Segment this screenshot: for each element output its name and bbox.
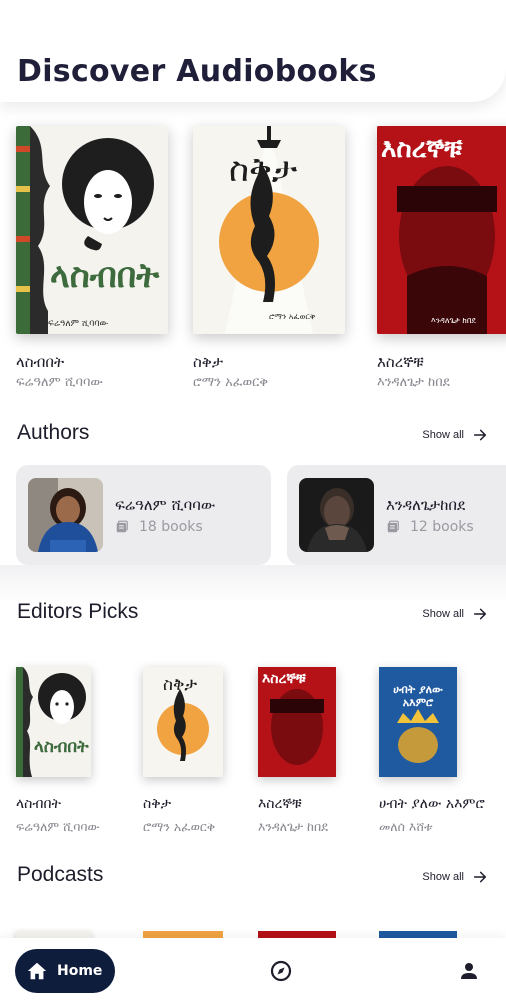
podcasts-show-all-link[interactable]: Show all xyxy=(422,869,488,885)
book-title: ስቅታ xyxy=(193,353,224,371)
cover-author-text: እንዳለጌታ ከበደ xyxy=(431,316,476,325)
book-author: እንዳለጌታ ከበደ xyxy=(258,819,328,834)
author-book-count: 12 books xyxy=(386,519,474,535)
show-all-label: Show all xyxy=(422,429,464,441)
book-cover[interactable]: ላስብበት xyxy=(16,667,91,777)
home-icon xyxy=(27,962,47,980)
library-icon xyxy=(387,520,399,533)
book-author: ሮማን አፈወርቅ xyxy=(143,819,216,834)
editors-picks-show-all-link[interactable]: Show all xyxy=(422,606,488,622)
show-all-label: Show all xyxy=(422,871,464,883)
book-title: እስረኞቹ xyxy=(258,796,302,812)
compass-icon[interactable] xyxy=(269,959,293,983)
author-card[interactable]: እንዳለጌታከበደ 12 books xyxy=(287,465,506,565)
book-title: ስቅታ xyxy=(143,796,172,812)
book-cover[interactable]: እስረኞቹ xyxy=(258,667,336,777)
book-count-label: 12 books xyxy=(410,519,474,535)
cover-title-text: እስረኞቹ xyxy=(262,671,306,687)
bottom-navigation-bar: Home xyxy=(0,938,506,1003)
cover-title-text: ላስብበት xyxy=(34,737,89,757)
author-name: ፍሬዓለም ሺባባው xyxy=(115,496,216,514)
editors-picks-carousel[interactable]: ላስብበት ላስብበት ፍሬዓለም ሺባባው ስቅታ ስቅታ ሮማን አፈወርቅ… xyxy=(0,655,506,840)
featured-books-carousel[interactable]: ላስብበት ፍሬዓለም ሺባባው ላስብበት ፍሬዓለም ሺባባው ስቅታ ሮማ… xyxy=(0,116,506,406)
author-card[interactable]: ፍሬዓለም ሺባባው 18 books xyxy=(16,465,271,565)
book-cover[interactable]: ሀብት ያለው አእምሮ xyxy=(379,667,457,777)
show-all-label: Show all xyxy=(422,608,464,620)
authors-show-all-link[interactable]: Show all xyxy=(422,427,488,443)
podcasts-section-title: Podcasts xyxy=(17,863,104,886)
nav-home-button[interactable]: Home xyxy=(15,949,115,993)
cover-author-text: ሮማን አፈወርቅ xyxy=(269,312,316,321)
author-avatar xyxy=(28,478,103,552)
library-icon xyxy=(116,520,128,533)
page-title: Discover Audiobooks xyxy=(17,54,377,89)
book-author: መለሰ እሸቱ xyxy=(379,819,433,834)
app-header: Discover Audiobooks xyxy=(0,0,506,102)
cover-title-text: ስቅታ xyxy=(163,675,198,695)
book-author: ሮማን አፈወርቅ xyxy=(193,375,269,390)
cover-title-text: ሀብት ያለው አእምሮ xyxy=(393,683,443,709)
nav-home-label: Home xyxy=(57,963,103,979)
cover-title-text: እስረኞቹ xyxy=(381,134,463,164)
arrow-right-icon xyxy=(473,871,487,883)
authors-section-title: Authors xyxy=(17,421,90,444)
book-author: ፍሬዓለም ሺባባው xyxy=(16,819,100,834)
author-avatar xyxy=(299,478,374,552)
author-book-count: 18 books xyxy=(115,519,203,535)
book-cover[interactable]: ስቅታ ሮማን አፈወርቅ xyxy=(193,126,345,334)
editors-picks-section-title: Editors Picks xyxy=(17,600,139,623)
arrow-right-icon xyxy=(473,608,487,620)
authors-carousel[interactable]: ፍሬዓለም ሺባባው 18 books እንዳለጌታከበደ 12 books xyxy=(0,465,506,565)
section-divider xyxy=(0,565,506,603)
cover-title-text: ስቅታ xyxy=(229,150,298,190)
book-title: ላስብበት xyxy=(16,796,61,812)
arrow-right-icon xyxy=(473,429,487,441)
book-author: ፍሬዓለም ሺባባው xyxy=(16,375,103,390)
book-author: እንዳለጌታ ከበደ xyxy=(377,375,450,390)
book-title: ላስብበት xyxy=(16,353,65,371)
author-name: እንዳለጌታከበደ xyxy=(386,496,466,514)
cover-author-text: ፍሬዓለም ሺባባው xyxy=(48,319,109,329)
book-count-label: 18 books xyxy=(139,519,203,535)
book-title: እስረኞቹ xyxy=(377,353,424,371)
book-cover[interactable]: እስረኞቹ እንዳለጌታ ከበደ xyxy=(377,126,506,334)
cover-title-text: ላስብበት xyxy=(50,256,160,296)
book-cover[interactable]: ላስብበት ፍሬዓለም ሺባባው xyxy=(16,126,168,334)
person-icon[interactable] xyxy=(457,959,481,983)
book-cover[interactable]: ስቅታ xyxy=(143,667,223,777)
book-title: ሀብት ያለው አእምሮ xyxy=(379,796,485,812)
